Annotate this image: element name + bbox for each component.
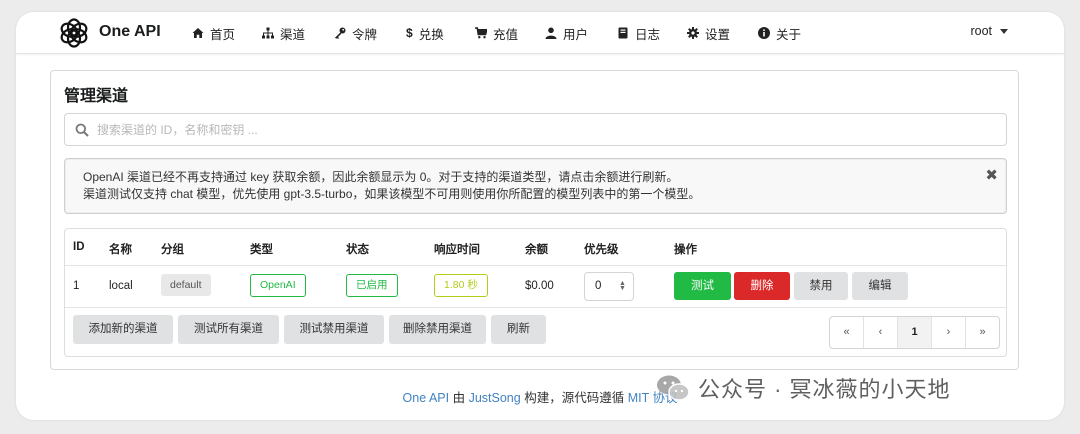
cart-icon [475, 27, 487, 39]
table-row: 1 local default OpenAI 已启用 1.80 秒 $0.00 … [65, 266, 1006, 308]
nav-label: 充值 [493, 27, 519, 42]
priority-stepper[interactable]: 0 ▲ ▼ [584, 272, 634, 301]
disable-button[interactable]: 禁用 [794, 272, 848, 300]
response-time-label[interactable]: 1.80 秒 [434, 274, 488, 297]
pagination-page[interactable]: 1 [898, 317, 932, 348]
nav-label: 关于 [776, 27, 802, 42]
wechat-icon [657, 375, 690, 401]
sitemap-icon [262, 27, 274, 39]
caret-down-icon [1000, 28, 1008, 34]
home-icon [192, 28, 204, 38]
nav-label: 日志 [635, 27, 661, 42]
channel-table: ID 名称 分组 类型 状态 响应时间 余额 优先级 操作 1 local de… [64, 228, 1007, 357]
notice-line: OpenAI 渠道已经不再支持通过 key 获取余额，因此余额显示为 0。对于支… [83, 170, 679, 184]
info-notice: OpenAI 渠道已经不再支持通过 key 获取余额，因此余额显示为 0。对于支… [64, 158, 1007, 214]
column-header-group[interactable]: 分组 [161, 241, 184, 257]
user-icon [545, 27, 557, 39]
table-header: ID 名称 分组 类型 状态 响应时间 余额 优先级 操作 [65, 229, 1006, 266]
column-header-id[interactable]: ID [73, 241, 85, 253]
key-icon [335, 27, 346, 39]
author-link[interactable]: JustSong [469, 391, 521, 405]
pagination-next[interactable]: › [932, 317, 966, 348]
cell-balance[interactable]: $0.00 [525, 280, 554, 292]
user-dropdown[interactable]: root [970, 24, 1008, 38]
edit-button[interactable]: 编辑 [852, 272, 908, 300]
dollar-icon: $ [406, 26, 413, 40]
nav-label: 渠道 [280, 27, 306, 42]
cell-id: 1 [73, 280, 80, 292]
openai-logo-icon[interactable] [58, 17, 90, 49]
column-header-actions: 操作 [674, 244, 697, 256]
watermark-text: 公众号 · 冥冰薇的小天地 [698, 377, 951, 402]
footer-text: 由 [452, 391, 466, 405]
column-header-status[interactable]: 状态 [346, 241, 369, 257]
status-label: 已启用 [346, 274, 398, 297]
column-header-balance[interactable]: 余额 [525, 241, 548, 257]
priority-value: 0 [595, 280, 602, 292]
app-window: One API 首页 渠道 令牌 $ 兑换 充值 用户 日志 设置 关于 roo… [16, 12, 1064, 420]
page-title: 管理渠道 [64, 88, 129, 105]
test-all-channels-button[interactable]: 测试所有渠道 [178, 315, 279, 344]
nav-item-home[interactable]: 首页 [192, 24, 235, 42]
test-disabled-channels-button[interactable]: 测试禁用渠道 [284, 315, 384, 344]
group-label: default [161, 274, 211, 296]
nav-label: 设置 [705, 27, 731, 42]
refresh-button[interactable]: 刷新 [491, 315, 546, 344]
nav-label: 兑换 [418, 27, 444, 42]
nav-item-users[interactable]: 用户 [545, 24, 588, 42]
nav-label: 用户 [563, 27, 589, 42]
delete-disabled-channels-button[interactable]: 删除禁用渠道 [389, 315, 486, 344]
watermark: 公众号 · 冥冰薇的小天地 [656, 372, 951, 404]
nav-label: 令牌 [352, 27, 378, 42]
pagination-last[interactable]: » [966, 317, 999, 348]
top-navbar: One API 首页 渠道 令牌 $ 兑换 充值 用户 日志 设置 关于 roo… [16, 12, 1064, 54]
delete-button[interactable]: 删除 [734, 272, 790, 300]
nav-item-topup[interactable]: 充值 [475, 24, 518, 42]
search-input[interactable] [97, 122, 977, 137]
nav-label: 首页 [210, 27, 236, 42]
test-button[interactable]: 测试 [674, 272, 731, 300]
nav-item-settings[interactable]: 设置 [687, 24, 730, 42]
info-icon [758, 27, 770, 39]
nav-item-logs[interactable]: 日志 [617, 24, 660, 42]
footer-text: 构建，源代码遵循 [524, 391, 625, 405]
search-box[interactable] [64, 113, 1007, 146]
column-header-response-time[interactable]: 响应时间 [434, 241, 480, 257]
column-header-name[interactable]: 名称 [109, 241, 132, 257]
pagination-prev[interactable]: ‹ [864, 317, 898, 348]
channel-management-card: 管理渠道 OpenAI 渠道已经不再支持通过 key 获取余额，因此余额显示为 … [50, 70, 1019, 370]
nav-item-redeem[interactable]: $ 兑换 [406, 24, 444, 42]
pagination-first[interactable]: « [830, 317, 864, 348]
notice-line: 渠道测试仅支持 chat 模型，优先使用 gpt-3.5-turbo，如果该模型… [83, 187, 701, 201]
gear-icon [687, 27, 699, 39]
nav-item-about[interactable]: 关于 [758, 24, 801, 42]
cell-name: local [109, 280, 133, 292]
book-icon [618, 27, 628, 39]
brand-name[interactable]: One API [99, 23, 161, 41]
column-header-priority[interactable]: 优先级 [584, 241, 619, 257]
type-label: OpenAI [250, 274, 306, 297]
search-icon [75, 123, 89, 137]
username: root [970, 24, 992, 38]
column-header-type[interactable]: 类型 [250, 241, 273, 257]
close-icon[interactable]: ✖ [985, 167, 998, 184]
app-link[interactable]: One API [403, 391, 450, 405]
add-channel-button[interactable]: 添加新的渠道 [73, 315, 173, 344]
spinner-arrows-icon[interactable]: ▲ ▼ [619, 280, 626, 292]
nav-item-tokens[interactable]: 令牌 [334, 24, 377, 42]
nav-item-channels[interactable]: 渠道 [262, 24, 305, 42]
pagination: « ‹ 1 › » [829, 316, 1000, 349]
